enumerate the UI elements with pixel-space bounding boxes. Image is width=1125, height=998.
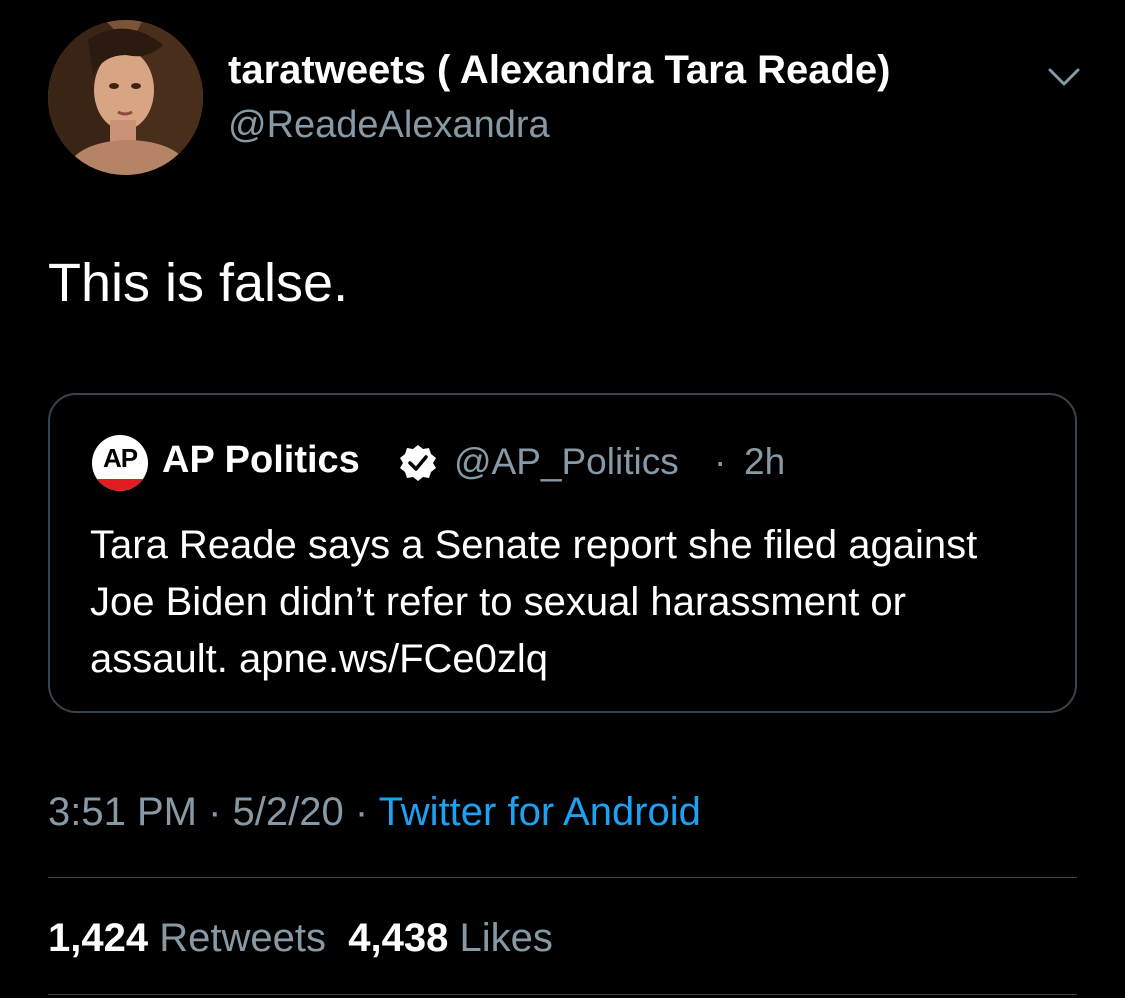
retweets-count: 1,424 bbox=[48, 916, 149, 960]
retweets-stat[interactable]: 1,424 Retweets bbox=[48, 916, 326, 960]
ap-logo-red-bar bbox=[92, 479, 148, 491]
tweet-date: 5/2/20 bbox=[232, 790, 344, 834]
quoted-tweet-text: Tara Reade says a Senate report she file… bbox=[90, 523, 978, 681]
tweet-stats: 1,424 Retweets 4,438 Likes bbox=[48, 916, 553, 961]
divider bbox=[48, 994, 1077, 995]
tweet-text: This is false. bbox=[48, 253, 349, 313]
avatar-photo-icon bbox=[48, 20, 203, 175]
meta-separator: · bbox=[343, 790, 379, 834]
quoted-author-handle: @AP_Politics bbox=[454, 441, 679, 482]
ap-logo-text: AP bbox=[102, 443, 138, 473]
tweet-source-link[interactable]: Twitter for Android bbox=[379, 790, 701, 834]
tweet-detail: taratweets ( Alexandra Tara Reade) @Read… bbox=[0, 0, 1125, 998]
quoted-tweet-card[interactable]: AP AP Politics @AP_Politics · 2h Tara Re… bbox=[48, 393, 1077, 713]
meta-separator: · bbox=[196, 790, 233, 834]
author-handle[interactable]: @ReadeAlexandra bbox=[228, 104, 550, 147]
tweet-meta: 3:51 PM · 5/2/20 · Twitter for Android bbox=[48, 790, 701, 835]
quoted-timestamp: 2h bbox=[744, 441, 786, 482]
divider bbox=[48, 877, 1077, 878]
likes-count: 4,438 bbox=[348, 916, 449, 960]
verified-badge-icon bbox=[400, 445, 436, 481]
tweet-time: 3:51 PM bbox=[48, 790, 197, 834]
quoted-author-name: AP Politics bbox=[162, 439, 360, 481]
likes-stat[interactable]: 4,438 Likes bbox=[348, 916, 553, 960]
author-avatar[interactable] bbox=[48, 20, 203, 175]
author-display-name[interactable]: taratweets ( Alexandra Tara Reade) bbox=[228, 48, 890, 93]
ap-logo-avatar: AP bbox=[92, 435, 148, 491]
quoted-separator: · bbox=[714, 441, 727, 482]
likes-label: Likes bbox=[459, 916, 553, 960]
retweets-label: Retweets bbox=[159, 916, 326, 960]
chevron-down-icon[interactable] bbox=[1044, 56, 1084, 96]
